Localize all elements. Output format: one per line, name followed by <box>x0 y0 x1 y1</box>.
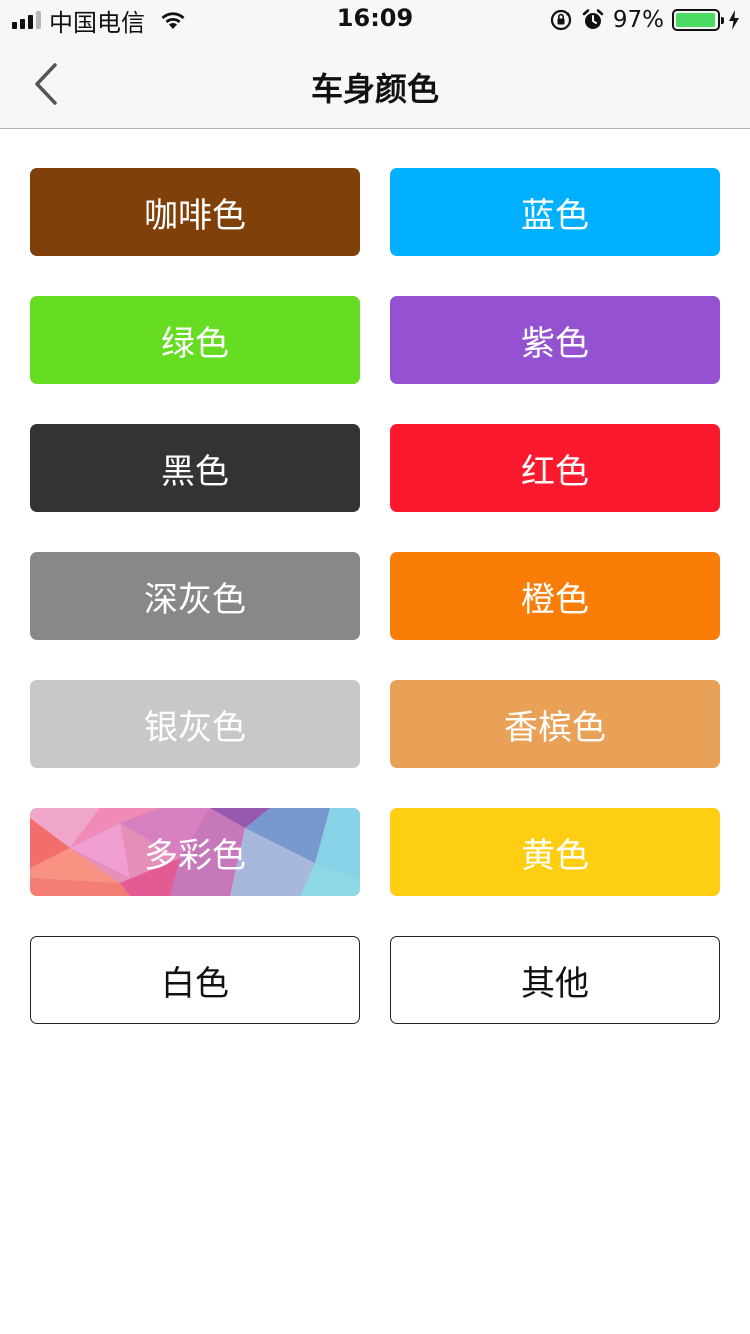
color-option-button[interactable]: 白色 <box>30 936 360 1024</box>
status-right: 97% <box>549 6 740 34</box>
color-option-button[interactable]: 橙色 <box>390 552 720 640</box>
color-option-button[interactable]: 黑色 <box>30 424 360 512</box>
color-option-label: 深灰色 <box>144 579 246 620</box>
color-option-button[interactable]: 其他 <box>390 936 720 1024</box>
color-option-button[interactable]: 多彩色 <box>30 808 360 896</box>
battery-fill <box>676 13 715 27</box>
color-option-button[interactable]: 咖啡色 <box>30 168 360 256</box>
color-option-label: 银灰色 <box>144 707 246 748</box>
color-option-label: 黑色 <box>161 451 229 492</box>
color-option-label: 绿色 <box>161 323 229 364</box>
page-title: 车身颜色 <box>310 70 439 108</box>
color-option-label: 其他 <box>521 963 589 1004</box>
color-option-label: 香槟色 <box>504 707 606 748</box>
color-option-label: 紫色 <box>521 323 589 364</box>
color-option-button[interactable]: 黄色 <box>390 808 720 896</box>
color-grid: 咖啡色 蓝色绿色 紫色黑色 红色深灰色 橙色银灰色 香槟色多彩色 黄色白色 其他 <box>30 168 720 1024</box>
status-bar: 中国电信 16:09 97% <box>0 0 750 40</box>
color-option-button[interactable]: 香槟色 <box>390 680 720 768</box>
color-option-button[interactable]: 银灰色 <box>30 680 360 768</box>
color-option-label: 白色 <box>161 963 229 1004</box>
rotation-lock-icon <box>550 9 571 31</box>
color-option-label: 咖啡色 <box>144 195 246 236</box>
color-option-label: 橙色 <box>521 579 589 620</box>
battery-percent: 97% <box>612 7 664 33</box>
color-option-button[interactable]: 紫色 <box>390 296 720 384</box>
color-option-button[interactable]: 绿色 <box>30 296 360 384</box>
navigation-bar: 车身颜色 <box>0 40 750 129</box>
charging-icon <box>729 10 739 30</box>
color-option-button[interactable]: 深灰色 <box>30 552 360 640</box>
color-option-button[interactable]: 蓝色 <box>390 168 720 256</box>
alarm-icon <box>582 9 604 29</box>
color-option-label: 多彩色 <box>144 835 246 876</box>
color-option-button[interactable]: 红色 <box>390 424 720 512</box>
color-option-label: 黄色 <box>521 835 589 876</box>
color-option-label: 蓝色 <box>521 195 589 236</box>
battery-icon <box>672 9 724 31</box>
color-option-label: 红色 <box>521 451 589 492</box>
